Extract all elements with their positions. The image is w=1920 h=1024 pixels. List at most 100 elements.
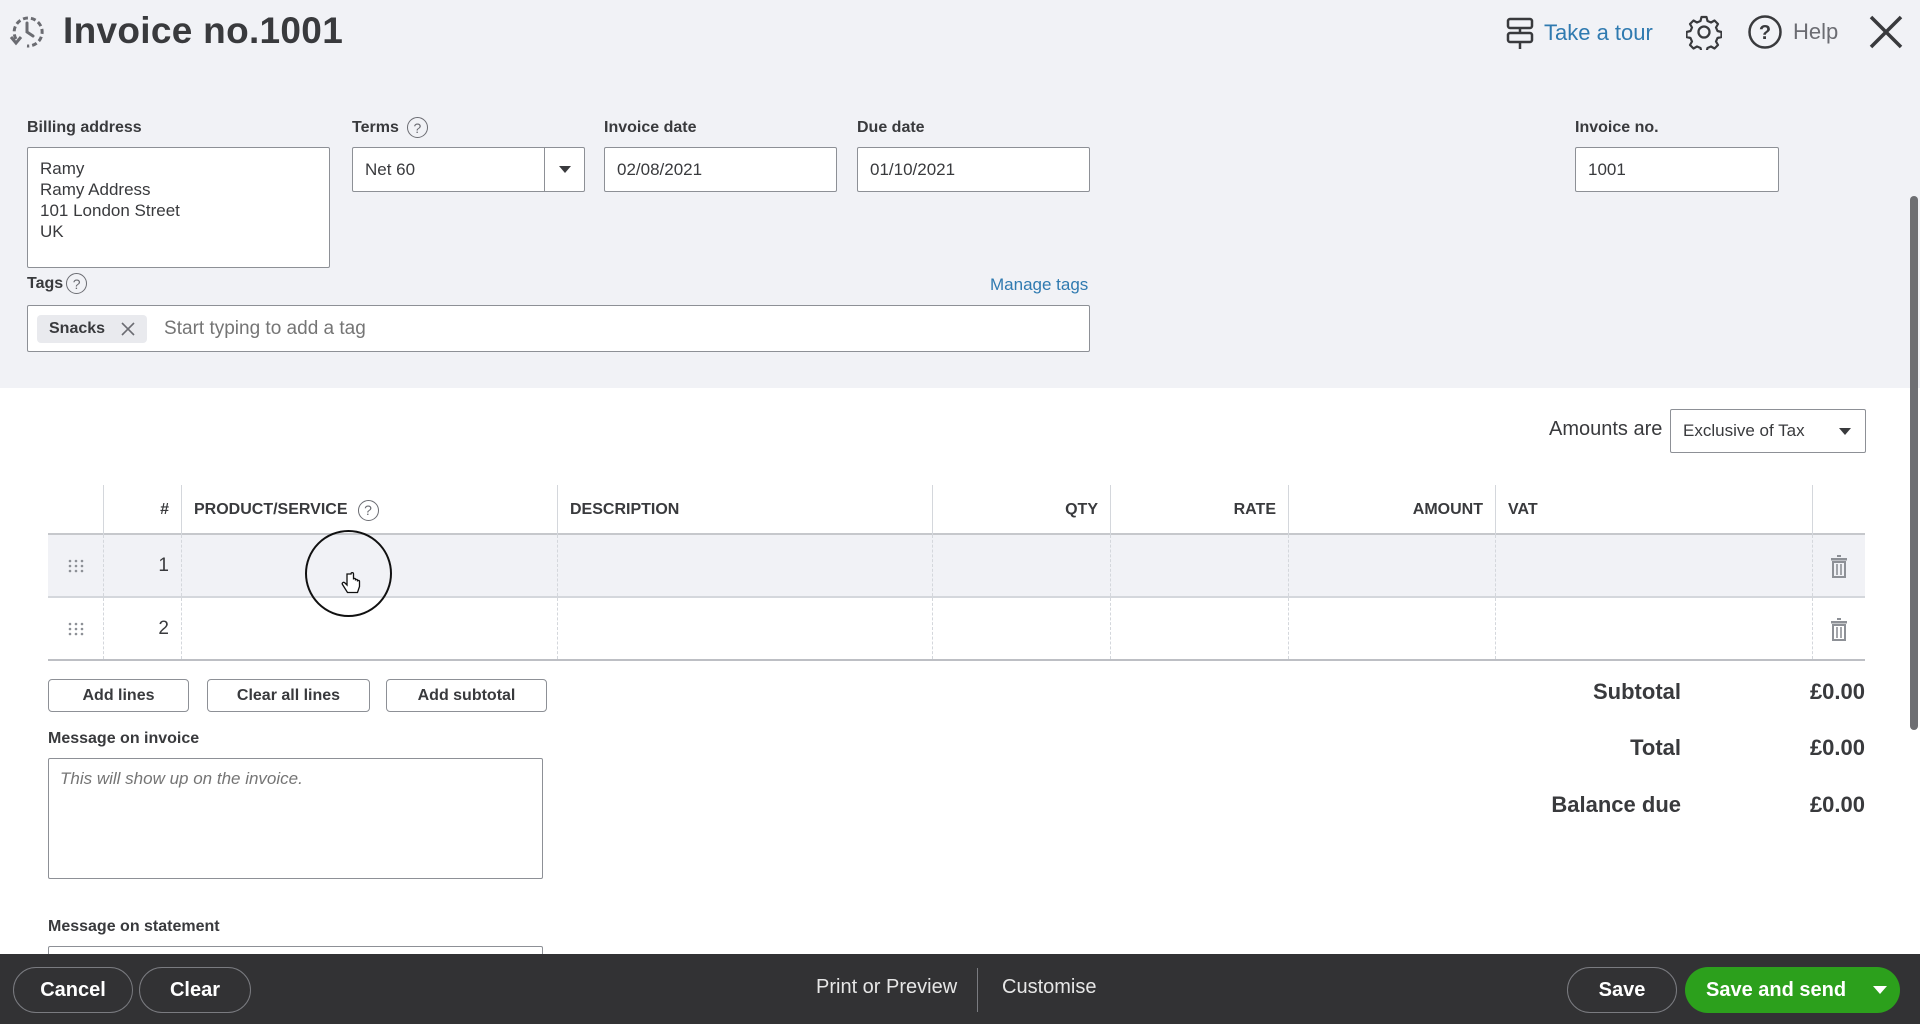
vat-cell[interactable] xyxy=(1496,598,1812,659)
clear-all-lines-button[interactable]: Clear all lines xyxy=(207,679,370,712)
amounts-are-label: Amounts are xyxy=(1549,418,1663,440)
terms-select[interactable]: Net 60 xyxy=(352,147,585,192)
take-a-tour-link[interactable]: Take a tour xyxy=(1504,16,1653,50)
add-subtotal-button[interactable]: Add subtotal xyxy=(386,679,547,712)
title-bar: Invoice no.1001 Take a tour ? Help xyxy=(0,0,1920,66)
row-number: 2 xyxy=(158,617,169,639)
invoice-date-field[interactable]: 02/08/2021 xyxy=(604,147,837,192)
customise-link[interactable]: Customise xyxy=(1002,976,1096,999)
take-a-tour-label: Take a tour xyxy=(1544,20,1653,45)
due-date-field[interactable]: 01/10/2021 xyxy=(857,147,1090,192)
drag-handle[interactable] xyxy=(64,598,88,659)
column-header-qty: QTY xyxy=(1065,501,1098,518)
column-header-vat: VAT xyxy=(1508,501,1538,518)
billing-line: Ramy Address xyxy=(40,180,151,199)
drag-handle-icon xyxy=(68,622,84,635)
qty-cell[interactable] xyxy=(933,535,1110,596)
terms-label-group: Terms ? xyxy=(352,117,428,138)
billing-line: 101 London Street xyxy=(40,201,180,220)
invoice-date-label: Invoice date xyxy=(604,119,697,136)
caret-down-icon xyxy=(1839,427,1851,435)
table-row[interactable]: 2 xyxy=(48,598,1865,661)
clear-button[interactable]: Clear xyxy=(139,967,251,1013)
save-button[interactable]: Save xyxy=(1567,967,1677,1013)
delete-row-button[interactable] xyxy=(1813,535,1865,596)
rate-cell[interactable] xyxy=(1111,535,1288,596)
signpost-icon xyxy=(1506,17,1534,49)
vertical-scrollbar-thumb[interactable] xyxy=(1910,196,1918,730)
amount-cell[interactable] xyxy=(1289,535,1495,596)
caret-down-icon xyxy=(1873,986,1887,994)
terms-help-icon[interactable]: ? xyxy=(406,117,428,138)
drag-handle[interactable] xyxy=(64,535,88,596)
billing-address-field[interactable]: Ramy Ramy Address 101 London Street UK xyxy=(27,147,330,268)
row-number: 1 xyxy=(158,554,169,576)
column-header-amount: AMOUNT xyxy=(1412,501,1483,518)
total-label: Total xyxy=(1630,735,1681,760)
product-service-help-icon[interactable]: ? xyxy=(357,499,379,521)
settings-gear-icon[interactable] xyxy=(1686,14,1722,50)
description-cell[interactable] xyxy=(558,535,932,596)
product-service-cell[interactable] xyxy=(182,535,557,596)
help-label: Help xyxy=(1793,19,1839,44)
help-button[interactable]: ? Help xyxy=(1747,14,1838,50)
rate-cell[interactable] xyxy=(1111,598,1288,659)
page-title: Invoice no.1001 xyxy=(63,10,344,51)
message-on-invoice-label: Message on invoice xyxy=(48,730,200,747)
billing-line: UK xyxy=(40,222,64,241)
amount-cell[interactable] xyxy=(1289,598,1495,659)
product-service-cell[interactable] xyxy=(182,598,557,659)
terms-label: Terms xyxy=(352,118,399,136)
tag-chip: Snacks xyxy=(37,314,148,343)
subtotal-value: £0.00 xyxy=(1809,679,1865,704)
amounts-are-select[interactable]: Exclusive of Tax xyxy=(1670,409,1866,453)
description-cell[interactable] xyxy=(558,598,932,659)
billing-line: Ramy xyxy=(40,159,85,178)
invoice-no-label: Invoice no. xyxy=(1575,119,1659,136)
column-header-product-service: PRODUCT/SERVICE ? xyxy=(182,485,557,535)
delete-row-button[interactable] xyxy=(1813,598,1865,659)
cancel-button[interactable]: Cancel xyxy=(13,967,133,1013)
help-circle-icon: ? xyxy=(1748,15,1782,49)
footer-divider xyxy=(977,968,978,1012)
due-date-label: Due date xyxy=(857,119,925,136)
tags-label: Tags xyxy=(27,274,64,292)
line-items-table: # PRODUCT/SERVICE ? DESCRIPTION QTY RATE… xyxy=(48,485,1865,661)
terms-value: Net 60 xyxy=(365,159,416,179)
manage-tags-link[interactable]: Manage tags xyxy=(990,275,1088,295)
message-on-statement-label: Message on statement xyxy=(48,918,220,935)
invoice-no-field[interactable]: 1001 xyxy=(1575,147,1779,192)
tags-field[interactable]: Snacks xyxy=(27,305,1090,352)
column-header-rate: RATE xyxy=(1233,501,1276,518)
column-header-product-service-label: PRODUCT/SERVICE xyxy=(194,501,348,518)
save-and-send-dropdown[interactable] xyxy=(1860,967,1900,1013)
tags-label-group: Tags ? xyxy=(27,273,88,294)
save-and-send-button[interactable]: Save and send xyxy=(1685,979,1860,1002)
total-value: £0.00 xyxy=(1809,735,1865,760)
amounts-are-value: Exclusive of Tax xyxy=(1683,421,1805,440)
tag-chip-label: Snacks xyxy=(49,319,106,337)
remove-tag-icon[interactable] xyxy=(121,321,135,336)
terms-dropdown-button[interactable] xyxy=(544,148,584,191)
table-row[interactable]: 1 xyxy=(48,535,1865,598)
trash-icon xyxy=(1831,554,1847,578)
print-or-preview-link[interactable]: Print or Preview xyxy=(816,976,957,999)
subtotal-label: Subtotal xyxy=(1593,679,1681,704)
add-lines-button[interactable]: Add lines xyxy=(48,679,189,712)
qty-cell[interactable] xyxy=(933,598,1110,659)
column-header-description: DESCRIPTION xyxy=(570,501,680,518)
tag-input[interactable] xyxy=(164,317,1089,340)
trash-icon xyxy=(1831,617,1847,641)
balance-due-value: £0.00 xyxy=(1809,792,1865,817)
recent-transactions-icon[interactable] xyxy=(8,13,46,51)
vat-cell[interactable] xyxy=(1496,535,1812,596)
svg-text:?: ? xyxy=(1759,22,1771,44)
drag-handle-icon xyxy=(68,559,84,572)
message-on-invoice-field[interactable] xyxy=(48,758,543,879)
caret-down-icon xyxy=(558,166,571,173)
balance-due-label: Balance due xyxy=(1551,792,1681,817)
save-and-send-split-button: Save and send xyxy=(1685,967,1900,1013)
tags-help-icon[interactable]: ? xyxy=(66,273,88,294)
footer-action-bar: Cancel Clear Print or Preview Customise … xyxy=(0,954,1920,1024)
close-icon[interactable] xyxy=(1866,12,1906,52)
